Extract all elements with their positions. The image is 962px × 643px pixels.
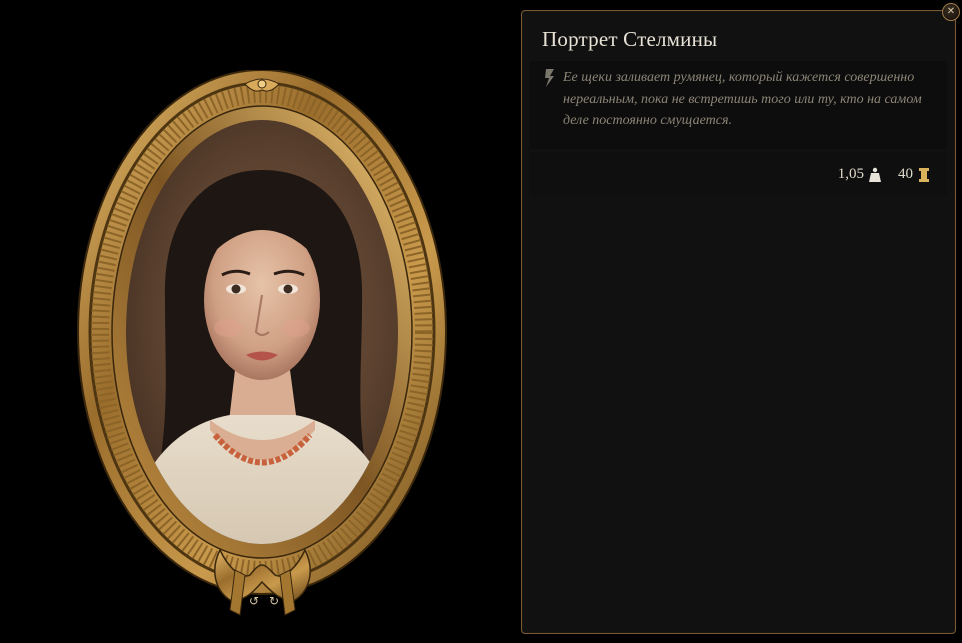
item-stats-row: 1,05 40 (530, 152, 947, 196)
item-title: Портрет Стелмины (542, 27, 718, 51)
quill-icon (545, 69, 554, 87)
gold-coin-icon (919, 167, 929, 182)
item-description-block: Ее щеки заливает румянец, который кажетс… (530, 61, 947, 149)
weight-icon (869, 167, 881, 182)
rotate-right-icon[interactable]: ↻ (267, 594, 281, 608)
item-value: 40 (898, 166, 913, 182)
item-description: Ее щеки заливает румянец, который кажетс… (563, 70, 922, 128)
portrait-viewer[interactable]: ↺ ↻ (70, 70, 470, 630)
rotate-left-icon[interactable]: ↺ (247, 594, 261, 608)
rotate-controls: ↺ ↻ (244, 593, 284, 609)
item-weight: 1,05 (837, 166, 864, 182)
item-tooltip-panel: Портрет Стелмины Ее щеки заливает румяне… (521, 10, 956, 634)
inspect-screen: ↺ ↻ Портрет Стелмины Ее щеки заливает ру… (0, 0, 962, 643)
close-button[interactable]: ✕ (942, 3, 960, 21)
framed-portrait (77, 70, 447, 616)
